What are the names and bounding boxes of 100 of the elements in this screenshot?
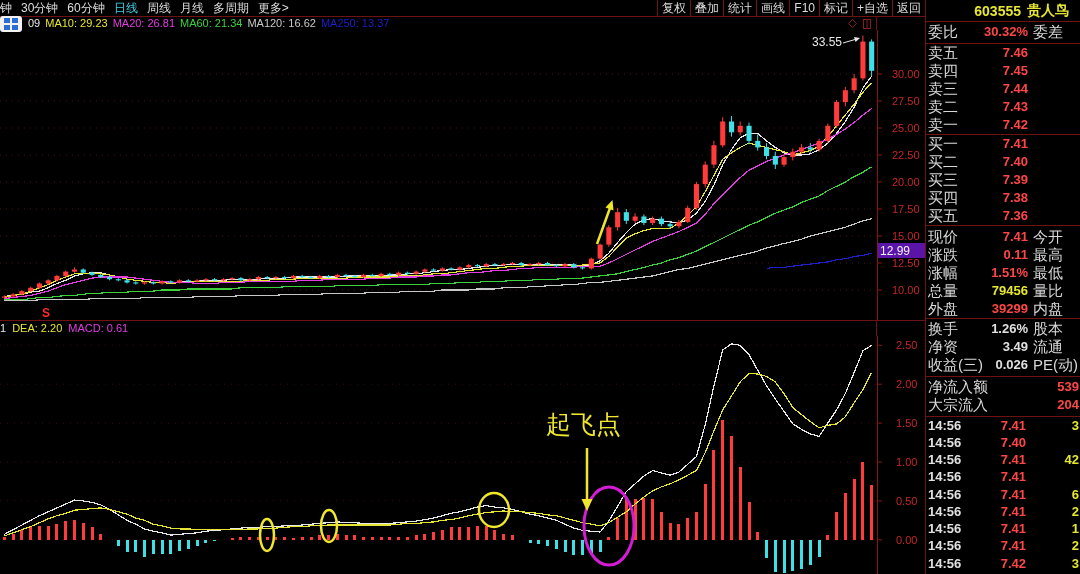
candle	[352, 274, 358, 279]
axis-label: 10.00	[892, 284, 920, 296]
field-value: 0.11	[1002, 247, 1028, 263]
candle	[255, 275, 261, 281]
trade-volume: 3	[1070, 555, 1079, 572]
bid-label: 买二	[928, 153, 959, 171]
toolbar-button[interactable]: F10	[789, 0, 819, 16]
ask-price: 7.42	[1001, 117, 1028, 133]
axis-label: 15.00	[892, 230, 920, 242]
panel-icon[interactable]	[863, 18, 871, 29]
field-label: 股本	[1032, 320, 1064, 338]
candle	[194, 278, 200, 283]
stock-name: 贵人鸟	[1027, 1, 1069, 20]
candle	[150, 280, 156, 286]
candle	[483, 262, 489, 268]
toolbar-button[interactable]: +自选	[852, 0, 892, 16]
candle	[124, 278, 130, 284]
toolbar-button[interactable]: 叠加	[690, 0, 724, 16]
period-tab[interactable]: 月线	[179, 1, 204, 15]
candle	[238, 276, 244, 282]
bid-label: 买五	[928, 207, 959, 225]
indicator-label: MA10: 29.23	[45, 17, 108, 30]
candle	[107, 275, 113, 281]
field-value: 79456	[990, 283, 1028, 299]
candle	[562, 262, 568, 268]
field-label: 最低	[1032, 264, 1064, 282]
axis-label: 2.50	[896, 339, 918, 352]
candle	[553, 263, 559, 268]
candle	[19, 289, 25, 296]
candle	[159, 279, 165, 286]
candle	[501, 262, 507, 267]
toolbar-button[interactable]: 返回	[892, 0, 925, 16]
candle	[299, 274, 305, 279]
indicator-label: MA20: 26.81	[112, 17, 175, 30]
candle	[404, 271, 410, 276]
field-value: 3.49	[1001, 339, 1028, 355]
trade-time: 14:56	[928, 486, 963, 503]
candle	[527, 262, 533, 267]
grid-icon[interactable]	[0, 16, 22, 32]
toolbar-button[interactable]: 标记	[819, 0, 852, 16]
candle	[80, 267, 86, 275]
period-tab[interactable]: 日线	[113, 1, 138, 15]
trade-time: 14:56	[928, 503, 963, 520]
trade-price: 7.41	[999, 521, 1026, 538]
trade-volume: 3	[1070, 417, 1079, 434]
field-label: 涨幅	[928, 264, 959, 282]
candle	[282, 275, 288, 280]
toolbar-button[interactable]: 复权	[657, 0, 691, 16]
trade-time: 14:56	[928, 469, 963, 486]
bid-label: 买四	[928, 189, 959, 207]
trade-price: 7.41	[999, 503, 1026, 520]
field-value: 39299	[990, 301, 1028, 317]
diamond-icon[interactable]	[848, 19, 857, 28]
candle	[177, 278, 183, 284]
bid-price: 7.41	[1001, 136, 1028, 152]
candle	[369, 273, 375, 278]
field-label: PE(动)	[1032, 356, 1079, 374]
axis-label: 0.00	[896, 533, 918, 546]
signal-mark: S	[42, 306, 50, 320]
candle	[264, 275, 270, 280]
candle	[693, 181, 699, 211]
candle	[667, 220, 673, 229]
candle	[588, 257, 594, 270]
candle	[1, 294, 7, 300]
period-tab[interactable]: 60分钟	[67, 1, 105, 15]
axis-label: 12.50	[892, 257, 920, 269]
trade-price: 7.41	[999, 469, 1026, 486]
period-tab[interactable]: 30分钟	[21, 1, 59, 15]
field-label: 现价	[928, 228, 959, 246]
candle	[702, 160, 708, 188]
period-tab[interactable]: 周线	[146, 1, 171, 15]
candle	[764, 142, 770, 160]
indicator-label: DEA: 2.20	[12, 322, 63, 335]
candle	[36, 281, 42, 290]
toolbar-button[interactable]: 画线	[756, 0, 790, 16]
field-value: 204	[1057, 397, 1079, 413]
period-tab[interactable]: 钟	[0, 1, 12, 15]
candle	[326, 274, 332, 279]
candle	[378, 272, 384, 278]
candle	[650, 216, 656, 226]
candle	[615, 207, 621, 232]
candle	[422, 267, 428, 274]
period-tab[interactable]: 更多>	[257, 1, 289, 15]
candle	[869, 38, 875, 77]
bid-price: 7.36	[1001, 208, 1028, 224]
candle	[492, 262, 498, 267]
indicator-label: MA250: 13.37	[320, 17, 390, 30]
axis-label: 22.50	[892, 149, 920, 161]
field-label: 最高	[1032, 246, 1064, 264]
candle	[457, 265, 463, 271]
trade-price: 7.41	[999, 417, 1026, 434]
axis-label: 0.50	[896, 494, 918, 507]
period-tab[interactable]: 多周期	[212, 1, 249, 15]
candle	[772, 151, 778, 170]
ask-label: 卖四	[928, 62, 959, 80]
candle	[28, 286, 34, 293]
candle	[816, 138, 822, 153]
candle	[185, 278, 191, 283]
trade-price: 7.41	[999, 452, 1026, 469]
toolbar-button[interactable]: 统计	[723, 0, 757, 16]
